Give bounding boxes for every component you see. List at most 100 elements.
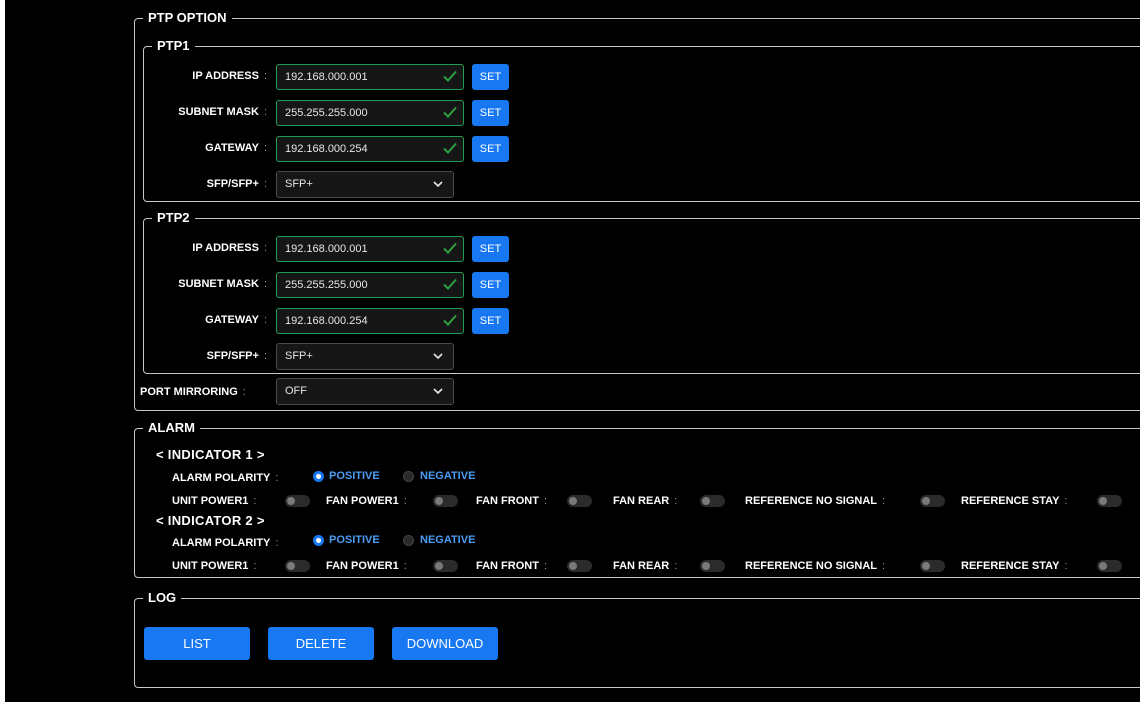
indicator2-negative-label[interactable]: NEGATIVE bbox=[420, 533, 475, 547]
chevron-down-icon bbox=[433, 353, 443, 360]
ptp-option-legend: PTP OPTION bbox=[143, 10, 232, 26]
port-mirroring-select[interactable]: OFF bbox=[276, 378, 454, 405]
indicator2-positive-label[interactable]: POSITIVE bbox=[329, 533, 380, 547]
log-delete-button[interactable]: DELETE bbox=[268, 627, 374, 660]
indicator1-toggle-label-text: REFERENCE NO SIGNAL bbox=[745, 495, 878, 507]
indicator2-negative-radio[interactable] bbox=[403, 535, 414, 546]
ptp1-gateway-input[interactable]: 192.168.000.254 bbox=[276, 136, 464, 162]
indicator2-toggle-label: UNIT POWER1: bbox=[172, 559, 256, 573]
indicator2-toggle-label-text: REFERENCE NO SIGNAL bbox=[745, 560, 878, 572]
indicator1-toggle-label: REFERENCE STAY: bbox=[961, 494, 1067, 508]
toggle-knob bbox=[702, 497, 710, 505]
ptp1-ip-input[interactable]: 192.168.000.001 bbox=[276, 64, 464, 90]
indicator1-toggle-label-text: UNIT POWER1 bbox=[172, 495, 249, 507]
ptp1-legend: PTP1 bbox=[152, 38, 195, 54]
ptp2-gateway-label: GATEWAY: bbox=[205, 314, 267, 326]
indicator1-toggle-label-text: REFERENCE STAY bbox=[961, 495, 1060, 507]
indicator2-toggle-switch[interactable] bbox=[567, 560, 592, 572]
toggle-knob bbox=[287, 562, 295, 570]
ptp2-ip-label: IP ADDRESS: bbox=[192, 242, 267, 254]
colon-separator: : bbox=[674, 495, 678, 507]
log-list-button[interactable]: LIST bbox=[144, 627, 250, 660]
ptp2-sfp-label: SFP/SFP+: bbox=[206, 350, 267, 362]
ptp2-ip-set-button[interactable]: SET bbox=[472, 236, 509, 262]
indicator1-toggle-label: REFERENCE NO SIGNAL: bbox=[745, 494, 885, 508]
colon-separator: : bbox=[253, 560, 257, 572]
indicator1-toggle-switch[interactable] bbox=[700, 495, 725, 507]
indicator2-positive-radio[interactable] bbox=[313, 535, 324, 546]
port-mirroring-label: PORT MIRRORING: bbox=[140, 386, 246, 398]
ptp1-sfp-select[interactable]: SFP+ bbox=[276, 171, 454, 198]
indicator1-toggle-switch[interactable] bbox=[433, 495, 458, 507]
valid-check-icon bbox=[443, 142, 457, 154]
colon-separator: : bbox=[1064, 560, 1068, 572]
toggle-knob bbox=[922, 562, 930, 570]
toggle-knob bbox=[702, 562, 710, 570]
indicator2-toggle-label-text: REFERENCE STAY bbox=[961, 560, 1060, 572]
ptp2-subnet-input[interactable]: 255.255.255.000 bbox=[276, 272, 464, 298]
indicator2-toggle-label-text: FAN FRONT bbox=[476, 560, 539, 572]
indicator2-toggle-label-text: FAN REAR bbox=[613, 560, 670, 572]
ptp1-subnet-input[interactable]: 255.255.255.000 bbox=[276, 100, 464, 126]
toggle-knob bbox=[287, 497, 295, 505]
ptp1-subnet-label: SUBNET MASK: bbox=[178, 106, 267, 118]
indicator1-toggle-label: FAN FRONT: bbox=[476, 494, 547, 508]
colon-separator: : bbox=[882, 560, 886, 572]
toggle-knob bbox=[435, 497, 443, 505]
indicator2-toggle-label: FAN REAR: bbox=[613, 559, 677, 573]
ptp2-subnet-label: SUBNET MASK: bbox=[178, 278, 267, 290]
valid-check-icon bbox=[443, 106, 457, 118]
indicator2-toggle-switch[interactable] bbox=[920, 560, 945, 572]
ptp1-subnet-set-button[interactable]: SET bbox=[472, 100, 509, 126]
indicator1-toggle-switch[interactable] bbox=[567, 495, 592, 507]
ptp2-subnet-set-button[interactable]: SET bbox=[472, 272, 509, 298]
toggle-knob bbox=[1099, 497, 1107, 505]
ptp2-gateway-set-button[interactable]: SET bbox=[472, 308, 509, 334]
indicator1-toggle-label: UNIT POWER1: bbox=[172, 494, 256, 508]
ptp2-gateway-input[interactable]: 192.168.000.254 bbox=[276, 308, 464, 334]
colon-separator: : bbox=[1064, 495, 1068, 507]
indicator2-toggle-switch[interactable] bbox=[1097, 560, 1122, 572]
indicator1-positive-radio[interactable] bbox=[313, 471, 324, 482]
indicator2-toggle-switch[interactable] bbox=[285, 560, 310, 572]
indicator2-toggle-label: FAN FRONT: bbox=[476, 559, 547, 573]
ptp2-ip-input[interactable]: 192.168.000.001 bbox=[276, 236, 464, 262]
indicator1-toggle-switch[interactable] bbox=[285, 495, 310, 507]
indicator-2-title: < INDICATOR 2 > bbox=[156, 513, 265, 528]
valid-check-icon bbox=[443, 278, 457, 290]
colon-separator: : bbox=[543, 495, 548, 507]
indicator1-toggle-switch[interactable] bbox=[920, 495, 945, 507]
colon-separator: : bbox=[253, 495, 257, 507]
indicator2-toggle-label-text: UNIT POWER1 bbox=[172, 560, 249, 572]
valid-check-icon bbox=[443, 242, 457, 254]
toggle-knob bbox=[1099, 562, 1107, 570]
indicator2-toggle-label-text: FAN POWER1 bbox=[326, 560, 399, 572]
valid-check-icon bbox=[443, 314, 457, 326]
indicator1-toggle-label-text: FAN POWER1 bbox=[326, 495, 399, 507]
indicator1-negative-radio[interactable] bbox=[403, 471, 414, 482]
toggle-knob bbox=[922, 497, 930, 505]
indicator2-toggle-label: FAN POWER1: bbox=[326, 559, 407, 573]
indicator1-toggle-label: FAN REAR: bbox=[613, 494, 677, 508]
colon-separator: : bbox=[882, 495, 886, 507]
indicator1-positive-label[interactable]: POSITIVE bbox=[329, 469, 380, 483]
alarm-polarity-label: ALARM POLARITY: bbox=[172, 472, 279, 484]
toggle-knob bbox=[569, 562, 577, 570]
indicator2-toggle-switch[interactable] bbox=[433, 560, 458, 572]
indicator1-toggle-switch[interactable] bbox=[1097, 495, 1122, 507]
ptp1-ip-set-button[interactable]: SET bbox=[472, 64, 509, 90]
toggle-knob bbox=[435, 562, 443, 570]
ptp1-sfp-label: SFP/SFP+: bbox=[206, 178, 267, 190]
ptp1-gateway-label: GATEWAY: bbox=[205, 142, 267, 154]
ptp2-sfp-select[interactable]: SFP+ bbox=[276, 343, 454, 370]
ptp1-gateway-set-button[interactable]: SET bbox=[472, 136, 509, 162]
log-download-button[interactable]: DOWNLOAD bbox=[392, 627, 498, 660]
indicator2-toggle-switch[interactable] bbox=[700, 560, 725, 572]
ptp2-legend: PTP2 bbox=[152, 210, 195, 226]
indicator-1-title: < INDICATOR 1 > bbox=[156, 447, 265, 462]
colon-separator: : bbox=[674, 560, 678, 572]
colon-separator: : bbox=[403, 495, 407, 507]
indicator1-negative-label[interactable]: NEGATIVE bbox=[420, 469, 475, 483]
indicator1-toggle-label-text: FAN FRONT bbox=[476, 495, 539, 507]
valid-check-icon bbox=[443, 70, 457, 82]
